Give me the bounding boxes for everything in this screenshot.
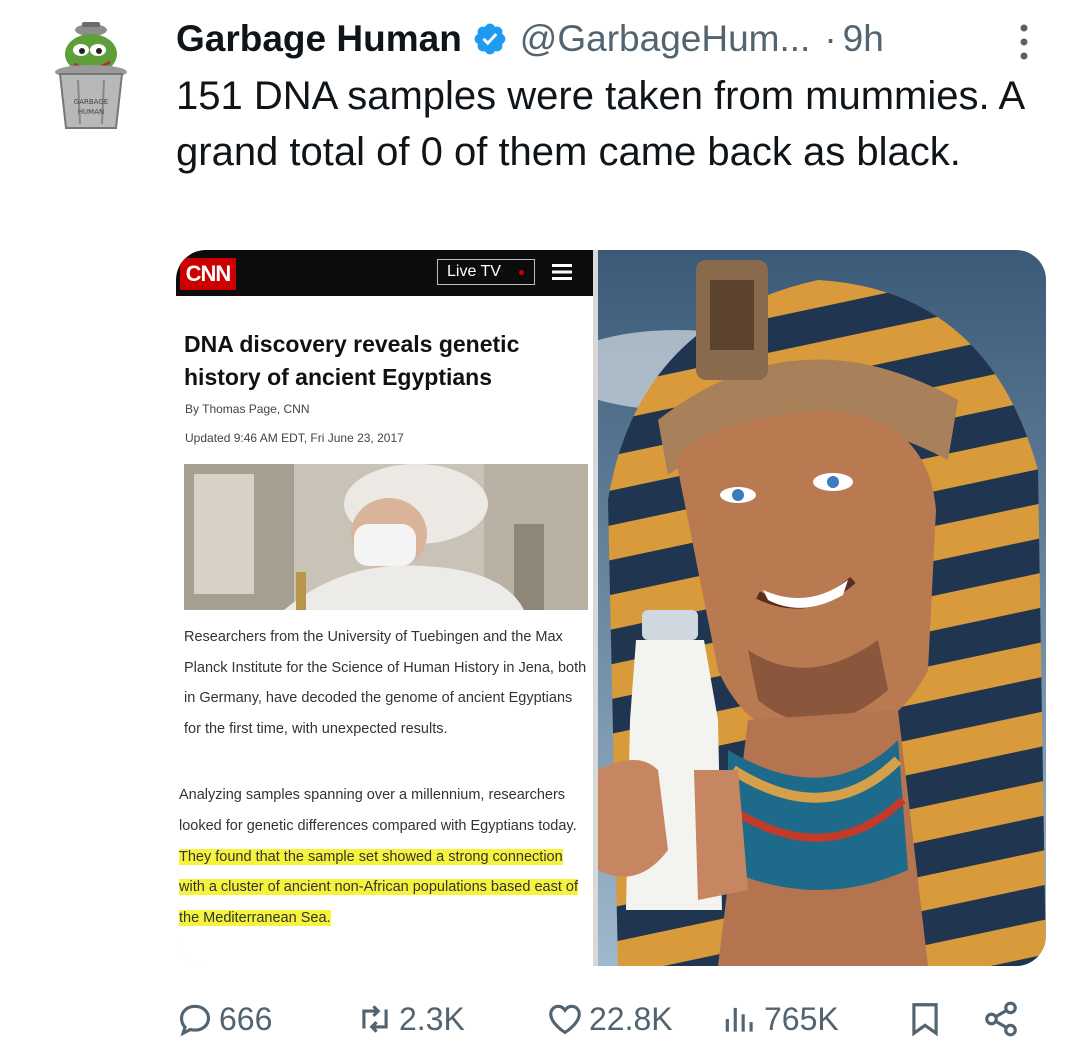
article-updated: Updated 9:46 AM EDT, Fri June 23, 2017	[185, 431, 404, 445]
retweet-count: 2.3K	[399, 1000, 465, 1037]
tweet-text: 151 DNA samples were taken from mummies.…	[176, 74, 1023, 174]
live-tv-label: Live TV	[447, 263, 501, 280]
retweet-icon	[362, 1005, 388, 1033]
tweet-media[interactable]: CNN Live TV DNA discovery reveals geneti…	[176, 250, 1046, 966]
paragraph-2-highlight: They found that the sample set showed a …	[179, 848, 578, 927]
article-headline: DNA discovery reveals genetic history of…	[184, 331, 520, 390]
article-paragraph-2: Analyzing samples spanning over a millen…	[179, 780, 589, 934]
like-button[interactable]: 22.8K	[546, 996, 673, 1042]
reply-icon	[179, 1004, 211, 1037]
pharaoh-illustration	[598, 250, 1046, 966]
paragraph-2-plain: Analyzing samples spanning over a millen…	[179, 787, 577, 834]
tweet-header: Garbage Human @GarbageHum... · 9h	[176, 14, 884, 64]
cnn-logo: CNN	[180, 258, 236, 290]
retweet-button[interactable]: 2.3K	[356, 996, 465, 1042]
display-name[interactable]: Garbage Human	[176, 18, 462, 60]
article-paragraph-1: Researchers from the University of Tuebi…	[184, 629, 587, 737]
separator-dot: ·	[824, 18, 837, 59]
bookmark-icon	[912, 1003, 938, 1037]
share-button[interactable]	[982, 996, 1020, 1042]
more-options-icon[interactable]	[1016, 22, 1032, 62]
reply-button[interactable]: 666	[176, 996, 272, 1042]
reply-count: 666	[219, 1000, 273, 1037]
svg-text:GARBAGE: GARBAGE	[74, 98, 108, 106]
article-byline: By Thomas Page, CNN	[185, 402, 310, 416]
tweet-actions: 666 2.3K 22.8K 765K	[176, 996, 1036, 1042]
user-handle[interactable]: @GarbageHum...	[520, 18, 811, 60]
view-count: 765K	[764, 1000, 839, 1037]
views-button[interactable]: 765K	[721, 996, 839, 1042]
tweet-timestamp[interactable]: 9h	[843, 18, 884, 60]
live-dot-icon	[519, 270, 524, 275]
verified-badge-icon	[474, 23, 506, 55]
like-count: 22.8K	[589, 1000, 673, 1037]
views-icon	[725, 1007, 753, 1032]
cnn-article-screenshot: CNN Live TV DNA discovery reveals geneti…	[176, 250, 593, 966]
live-tv-button: Live TV	[437, 259, 535, 285]
svg-text:HUMAN: HUMAN	[78, 108, 104, 116]
pepe-avatar-icon[interactable]: GARBAGE HUMAN	[52, 20, 130, 132]
share-icon	[985, 1001, 1017, 1037]
cnn-top-bar: CNN Live TV	[176, 250, 593, 296]
bookmark-button[interactable]	[906, 996, 944, 1042]
lab-researcher-photo	[184, 464, 588, 610]
cnn-menu-icon	[552, 264, 572, 280]
like-icon	[549, 1004, 581, 1035]
